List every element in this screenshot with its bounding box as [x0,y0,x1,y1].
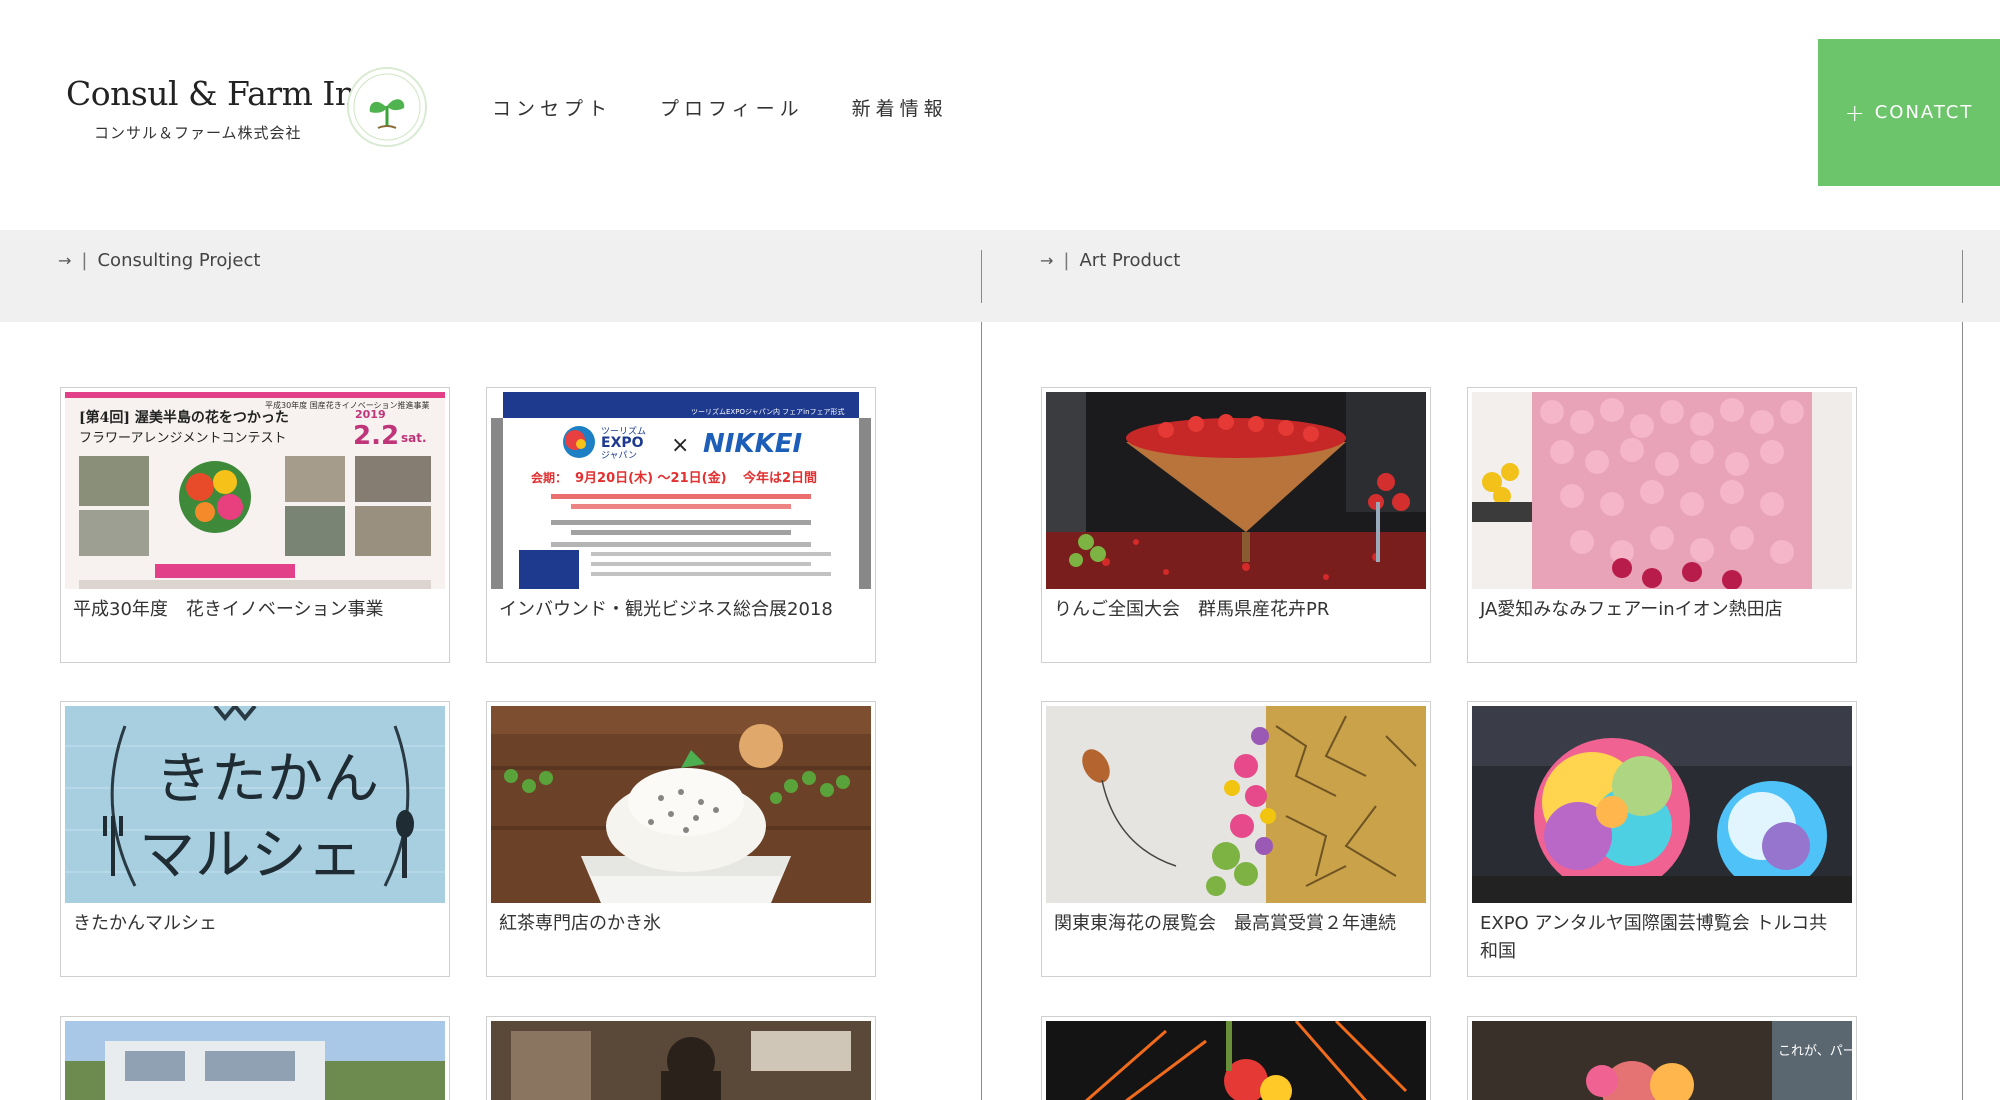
project-thumbnail: ツーリズムEXPOジャパン内 フェアinフェア形式 ツーリズム EXPO ジャパ… [491,392,871,589]
project-card[interactable]: ツーリズムEXPOジャパン内 フェアinフェア形式 ツーリズム EXPO ジャパ… [486,387,876,663]
project-caption: 平成30年度 花きイノベーション事業 [73,599,384,620]
category-separator: | [1063,250,1070,271]
art-card[interactable]: りんご全国大会 群馬県産花卉PR [1041,387,1431,663]
project-card[interactable]: 平成30年度 国産花きイノベーション推進事業 [第4回] 渥美半島の花をつかった… [60,387,450,663]
arrow-right-icon: → [1040,251,1054,270]
art-caption: JA愛知みなみフェアーinイオン熱田店 [1480,599,1783,620]
art-thumbnail [1046,706,1426,903]
category-label: Consulting Project [97,250,261,271]
poster-title-2: フラワーアレンジメントコンテスト [79,431,286,446]
category-art-product[interactable]: → | Art Product [1040,250,1180,271]
category-bar: → | Consulting Project → | Art Product [0,230,2000,322]
contact-button-label: CONATCT [1874,102,1974,123]
logo-name-ja: コンサル＆ファーム株式会社 [94,124,302,142]
poster-sub: ツーリズムEXPOジャパン内 フェアinフェア形式 [691,407,845,416]
project-thumbnail [491,1021,871,1100]
project-caption: きたかんマルシェ [73,913,217,934]
poster-expo-3: ジャパン [601,450,637,461]
poster-period: 9月20日(木) ～21日(金) [575,470,727,486]
right-edge-divider-top [1962,250,1963,303]
category-consulting-project[interactable]: → | Consulting Project [58,250,260,271]
sign-line-1: きたかん [155,747,379,812]
project-thumbnail: 平成30年度 国産花きイノベーション推進事業 [第4回] 渥美半島の花をつかった… [65,392,445,589]
social-contribution-badge-icon [347,67,427,147]
project-card[interactable]: 紅茶専門店のかき氷 [486,701,876,977]
art-thumbnail [1046,1021,1426,1100]
art-card[interactable]: JA愛知みなみフェアーinイオン熱田店 [1467,387,1857,663]
poster-top-text: 平成30年度 国産花きイノベーション推進事業 [265,400,430,410]
art-card[interactable]: これが、パーフェク [1467,1016,1857,1100]
contact-button[interactable]: + CONATCT [1818,39,2000,186]
right-edge-divider [1962,322,1963,1100]
project-thumbnail [65,1021,445,1100]
art-caption: EXPO アンタルヤ国際園芸博覧会 トルコ共和国 [1480,913,1828,962]
poster-title-1: [第4回] 渥美半島の花をつかった [79,409,289,426]
poster-date: 2.2 [353,421,399,451]
art-card[interactable] [1041,1016,1431,1100]
art-thumbnail [1472,706,1852,903]
art-thumbnail [1472,392,1852,589]
arrow-right-icon: → [58,251,72,270]
poster-day: sat. [401,431,427,445]
plus-icon: + [1844,98,1867,127]
category-label: Art Product [1079,250,1181,271]
poster-period-label: 会期： [531,470,567,485]
poster-expo-2: EXPO [601,435,644,451]
art-caption: 関東東海花の展覧会 最高賞受賞２年連続 [1054,913,1396,934]
project-caption: 紅茶専門店のかき氷 [499,913,661,934]
nav-item-concept[interactable]: コンセプト [492,94,612,121]
project-caption: インバウンド・観光ビジネス総合展2018 [499,599,833,620]
photo-text: これが、パーフェク [1778,1044,1852,1059]
project-thumbnail: きたかん マルシェ [65,706,445,903]
poster-year: 2019 [355,408,386,421]
art-thumbnail: これが、パーフェク [1472,1021,1852,1100]
column-divider-top [981,250,982,303]
site-logo[interactable]: Consul & Farm Inc. コンサル＆ファーム株式会社 [64,67,444,160]
nav-item-news[interactable]: 新着情報 [852,94,948,121]
poster-nikkei: NIKKEI [703,429,802,459]
project-card[interactable]: きたかん マルシェ きたかんマルシェ [60,701,450,977]
site-header: Consul & Farm Inc. コンサル＆ファーム株式会社 コンセプト プ… [0,0,2000,230]
sign-line-2: マルシェ [139,823,363,888]
main-nav: コンセプト プロフィール 新着情報 [492,94,948,121]
art-card[interactable]: 関東東海花の展覧会 最高賞受賞２年連続 [1041,701,1431,977]
project-thumbnail [491,706,871,903]
poster-days-note: 今年は2日間 [742,470,817,486]
poster-times: × [671,433,689,458]
category-separator: | [81,250,88,271]
project-card[interactable] [60,1016,450,1100]
art-card[interactable]: EXPO アンタルヤ国際園芸博覧会 トルコ共和国 [1467,701,1857,977]
nav-item-profile[interactable]: プロフィール [660,94,804,121]
art-caption: りんご全国大会 群馬県産花卉PR [1054,599,1330,620]
art-thumbnail [1046,392,1426,589]
logo-name-en: Consul & Farm Inc. [66,74,384,113]
column-divider [981,322,982,1100]
project-card[interactable] [486,1016,876,1100]
